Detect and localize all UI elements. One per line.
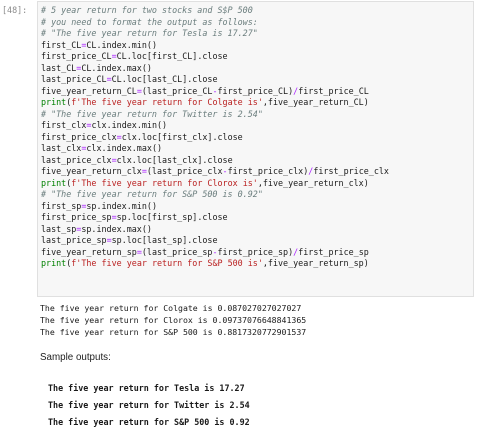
- code-token: CL.index.max(): [81, 62, 152, 73]
- code-token: first_clx: [41, 120, 87, 130]
- code-token: last_price_CL: [41, 74, 107, 84]
- code-line: # 5 year return for two stocks and S$P 5…: [41, 5, 473, 17]
- code-token: first_price_clx): [227, 166, 309, 176]
- code-token: last_sp: [41, 223, 77, 234]
- code-token: last_price_clx: [41, 154, 112, 165]
- code-token: CL.index.min(): [86, 39, 157, 50]
- code-token: first_price_clx: [41, 131, 117, 142]
- code-token: CL.loc[first_CL].close: [116, 51, 228, 61]
- code-line: last_price_sp=sp.loc[last_sp].close: [41, 235, 473, 247]
- code-line: print(f'The five year return for Colgate…: [41, 97, 473, 109]
- code-token: first_price_sp): [217, 246, 294, 257]
- code-token: five_year_return_sp: [41, 246, 137, 257]
- code-token: (last_price_sp: [141, 246, 213, 257]
- code-token: last_clx: [41, 143, 82, 153]
- code-line: first_price_CL=CL.loc[first_CL].close: [41, 51, 473, 63]
- code-line: last_price_clx=clx.loc[last_clx].close: [41, 155, 473, 167]
- code-token: ,five_year_return_CL): [262, 97, 369, 107]
- code-token: # "The five year return for Tesla is 17.…: [41, 28, 258, 38]
- code-cell-input[interactable]: # 5 year return for two stocks and S$P 5…: [37, 1, 474, 297]
- code-token: ,five_year_return_sp): [262, 258, 369, 268]
- output-line: The five year return for Colgate is 0.08…: [40, 303, 302, 313]
- code-token: print: [41, 177, 67, 188]
- code-line: last_sp=sp.index.max(): [41, 224, 473, 236]
- code-token: # you need to format the output as follo…: [41, 16, 258, 27]
- cell-output: The five year return for Colgate is 0.08…: [40, 302, 470, 338]
- code-line: first_price_sp=sp.loc[first_sp].close: [41, 212, 473, 224]
- code-token: (last_price_clx: [146, 166, 223, 176]
- output-line: The five year return for S&P 500 is 0.88…: [40, 327, 307, 337]
- code-line: print(f'The five year return for Clorox …: [41, 178, 473, 190]
- code-line: last_clx=clx.index.max(): [41, 143, 473, 155]
- code-line: first_sp=sp.index.min(): [41, 201, 473, 213]
- code-line: five_year_return_sp=(last_price_sp-first…: [41, 247, 473, 259]
- code-line: first_clx=clx.index.min(): [41, 120, 473, 132]
- code-token: f'The five year return for Clorox is': [71, 177, 258, 188]
- code-token: first_price_sp: [298, 246, 369, 257]
- code-line: last_CL=CL.index.max(): [41, 63, 473, 75]
- sample-output-line: The five year return for Twitter is 2.54: [48, 400, 250, 410]
- code-token: print: [41, 97, 67, 107]
- code-line: # you need to format the output as follo…: [41, 17, 473, 29]
- code-token: first_price_sp: [41, 212, 112, 222]
- code-token: clx.loc[first_clx].close: [121, 131, 243, 142]
- output-line: The five year return for Clorox is 0.097…: [40, 315, 307, 325]
- code-line: first_price_clx=clx.loc[first_clx].close: [41, 132, 473, 144]
- cell-execution-count: [48]:: [2, 5, 28, 15]
- code-token: f'The five year return for Colgate is': [71, 97, 263, 107]
- code-token: sp.index.min(): [86, 200, 157, 211]
- code-token: CL.loc[last_CL].close: [111, 74, 218, 84]
- code-token: last_CL: [41, 62, 77, 73]
- code-token: five_year_return_CL: [41, 85, 137, 96]
- code-line: five_year_return_clx=(last_price_clx-fir…: [41, 166, 473, 178]
- markdown-heading: Sample outputs:: [40, 352, 111, 363]
- code-line: print(f'The five year return for S&P 500…: [41, 258, 473, 270]
- code-token: sp.loc[first_sp].close: [116, 212, 228, 222]
- code-token: # "The five year return for Twitter is 2…: [41, 108, 263, 119]
- code-token: # "The five year return for S&P 500 is 0…: [41, 189, 263, 199]
- code-token: print: [41, 258, 67, 268]
- code-token: first_price_clx: [313, 166, 389, 176]
- code-token: sp.loc[last_sp].close: [111, 235, 218, 245]
- code-line: # "The five year return for S&P 500 is 0…: [41, 189, 473, 201]
- code-token: clx.index.min(): [91, 120, 168, 130]
- code-line: # "The five year return for Twitter is 2…: [41, 109, 473, 121]
- code-token: clx.loc[last_clx].close: [116, 154, 233, 165]
- code-token: # 5 year return for two stocks and S$P 5…: [41, 5, 253, 15]
- code-token: first_CL: [41, 39, 82, 50]
- code-token: f'The five year return for S&P 500 is': [71, 258, 263, 268]
- sample-output-line: The five year return for S&P 500 is 0.92: [48, 417, 250, 427]
- code-token: (last_price_CL: [141, 85, 213, 96]
- code-line: last_price_CL=CL.loc[last_CL].close: [41, 74, 473, 86]
- code-token: clx.index.max(): [86, 143, 163, 153]
- code-token: first_sp: [41, 200, 82, 211]
- code-token: sp.index.max(): [81, 223, 152, 234]
- code-token: first_price_CL: [298, 85, 369, 96]
- code-line: five_year_return_CL=(last_price_CL-first…: [41, 86, 473, 98]
- code-token: last_price_sp: [41, 235, 107, 245]
- code-token: ,five_year_return_clx): [257, 177, 369, 188]
- code-line: # "The five year return for Tesla is 17.…: [41, 28, 473, 40]
- code-token: first_price_CL): [217, 85, 294, 96]
- sample-output-line: The five year return for Tesla is 17.27: [48, 383, 245, 393]
- code-line: first_CL=CL.index.min(): [41, 40, 473, 52]
- code-token: first_price_CL: [41, 51, 112, 61]
- code-token: five_year_return_clx: [41, 166, 142, 176]
- markdown-sample-block: The five year return for Tesla is 17.27 T…: [48, 380, 468, 431]
